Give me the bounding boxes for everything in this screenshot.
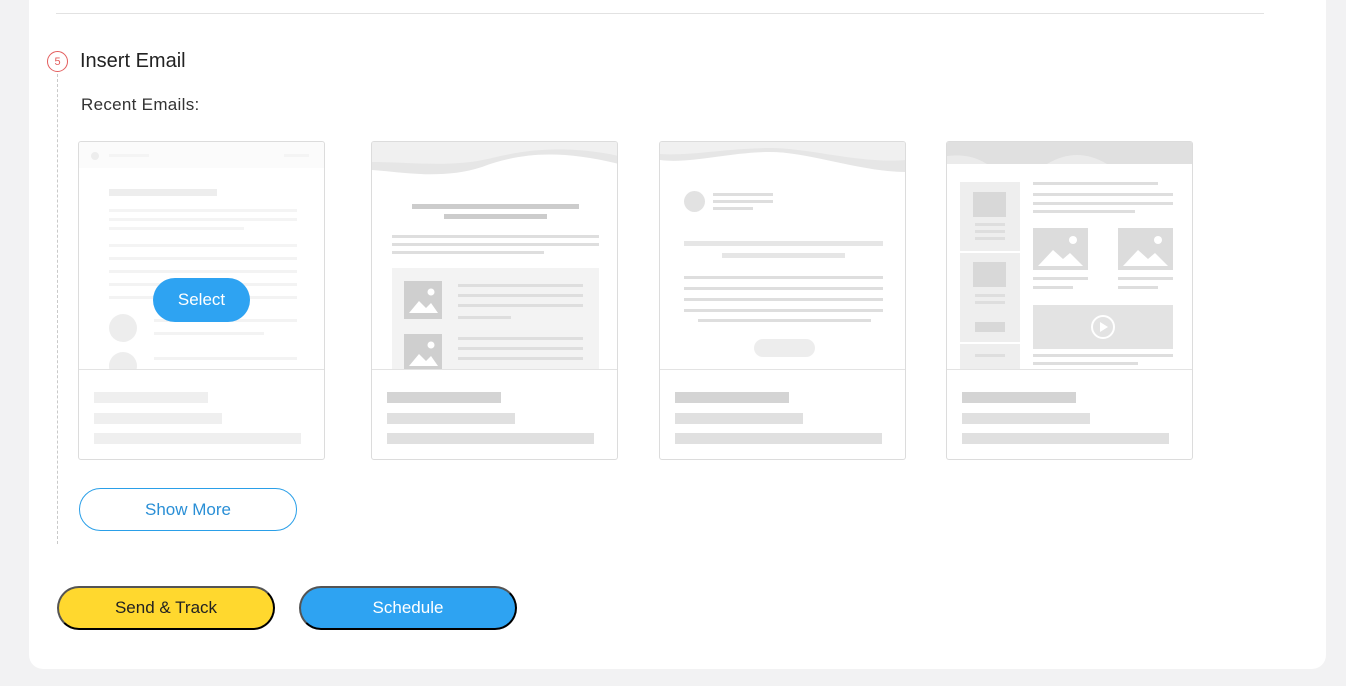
select-template-button[interactable]: Select <box>153 278 250 322</box>
image-placeholder-icon <box>404 334 442 369</box>
email-template-card-2[interactable] <box>371 141 618 460</box>
email-template-card-3[interactable] <box>659 141 906 460</box>
email-preview <box>372 142 617 369</box>
image-placeholder-icon <box>1118 228 1173 270</box>
email-template-card-4[interactable] <box>946 141 1193 460</box>
show-more-button[interactable]: Show More <box>79 488 297 531</box>
step-number-badge: 5 <box>47 51 68 72</box>
play-icon <box>1091 315 1115 339</box>
send-and-track-button[interactable]: Send & Track <box>57 586 275 630</box>
recent-emails-label: Recent Emails: <box>81 95 200 114</box>
image-placeholder-icon <box>1033 228 1088 270</box>
image-placeholder-icon <box>404 281 442 319</box>
step-title: Insert Email <box>80 50 186 72</box>
step-connector-line <box>57 74 58 544</box>
card-footer <box>660 369 905 459</box>
wave-header-icon <box>947 142 1192 164</box>
schedule-button[interactable]: Schedule <box>299 586 517 630</box>
email-preview <box>79 142 324 369</box>
card-footer <box>947 369 1192 459</box>
email-preview <box>947 142 1192 369</box>
email-preview <box>660 142 905 369</box>
card-footer <box>79 369 324 459</box>
wave-header-icon <box>372 142 617 175</box>
section-divider <box>56 13 1264 14</box>
wave-header-icon <box>660 142 905 172</box>
card-footer <box>372 369 617 459</box>
